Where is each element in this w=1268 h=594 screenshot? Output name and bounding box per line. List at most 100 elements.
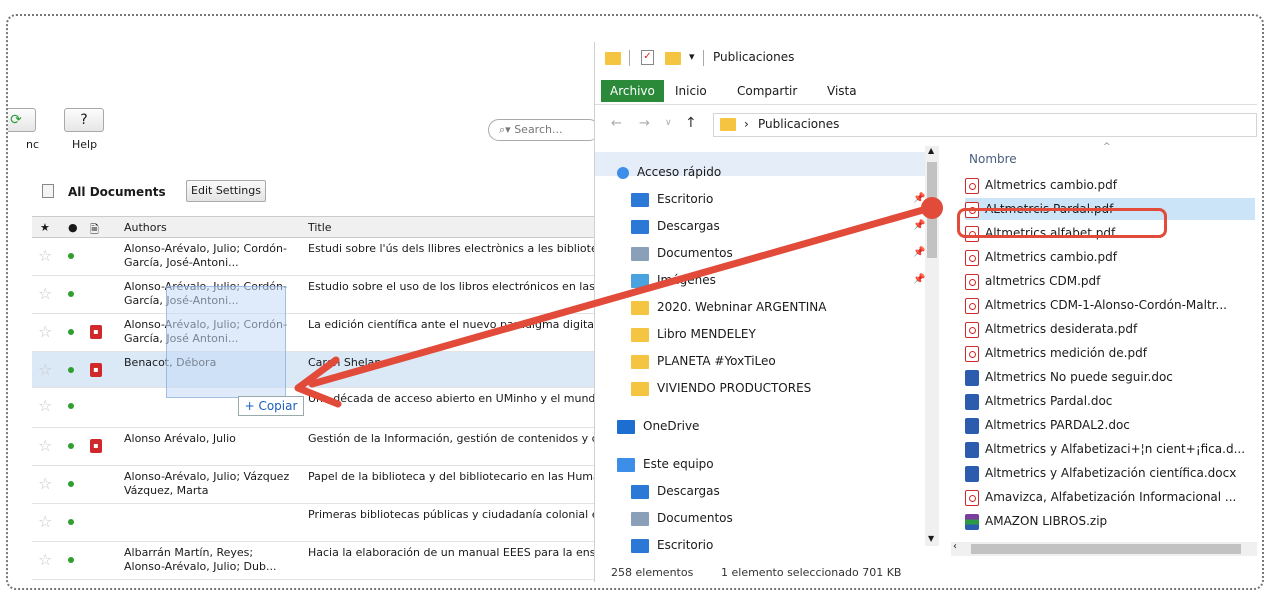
file-item[interactable]: Altmetrics medición de.pdf bbox=[965, 342, 1255, 364]
file-item[interactable]: Altmetrics PARDAL2.doc bbox=[965, 414, 1255, 436]
read-status-icon[interactable] bbox=[68, 291, 74, 297]
tab-vista[interactable]: Vista bbox=[827, 80, 857, 102]
recent-locations-icon[interactable]: ∨ bbox=[665, 118, 672, 128]
table-row[interactable]: ☆Alonso-Arévalo, Julio; Cordón-García, J… bbox=[32, 238, 608, 276]
pin-icon[interactable]: 📌 bbox=[913, 193, 925, 204]
table-row[interactable]: ☆ Una década de acceso abierto en UMinho … bbox=[32, 388, 608, 428]
favorite-star-icon[interactable]: ☆ bbox=[38, 248, 52, 264]
sidebar-item[interactable]: Este equipo bbox=[617, 452, 714, 476]
edit-settings-button[interactable]: Edit Settings bbox=[186, 180, 266, 202]
read-status-icon[interactable] bbox=[68, 329, 74, 335]
properties-icon[interactable]: ✓ bbox=[641, 50, 654, 65]
favorite-star-icon[interactable]: ☆ bbox=[38, 324, 52, 340]
favorite-star-icon[interactable]: ☆ bbox=[38, 362, 52, 378]
sidebar-item[interactable]: Imágenes bbox=[631, 268, 716, 292]
favorite-star-icon[interactable]: ☆ bbox=[38, 438, 52, 454]
table-row[interactable]: ☆ ▪ Alonso Arévalo, Julio Gestión de la Inf… bbox=[32, 428, 608, 466]
pdf-icon[interactable]: ▪ bbox=[90, 363, 102, 377]
name-column-header[interactable]: Nombre bbox=[969, 152, 1017, 166]
star-column-icon[interactable]: ★ bbox=[40, 221, 50, 234]
pin-icon[interactable]: 📌 bbox=[913, 274, 925, 285]
pin-icon[interactable]: 📌 bbox=[913, 220, 925, 231]
pin-icon[interactable]: 📌 bbox=[913, 247, 925, 258]
search-input[interactable]: ⌕▾ Search... bbox=[488, 119, 600, 141]
quick-access-dropdown-icon[interactable]: ▾ bbox=[689, 50, 695, 63]
file-item[interactable]: Amavizca, Alfabetización Informacional .… bbox=[965, 486, 1255, 508]
sidebar-item[interactable]: Documentos bbox=[631, 506, 733, 530]
read-status-icon[interactable] bbox=[68, 519, 74, 525]
table-row[interactable]: ☆▪Alonso-Arévalo, Julio; Cordón-García, … bbox=[32, 314, 606, 352]
breadcrumb[interactable]: Publicaciones bbox=[758, 117, 839, 131]
address-bar[interactable]: › Publicaciones bbox=[713, 113, 1257, 137]
file-item[interactable]: Altmetrics No puede seguir.doc bbox=[965, 366, 1255, 388]
file-name: AMAZON LIBROS.zip bbox=[985, 514, 1108, 528]
navigation-scrollbar[interactable]: ▲ ▼ bbox=[925, 146, 939, 546]
sidebar-item[interactable]: Descargas bbox=[631, 479, 720, 503]
forward-icon[interactable]: → bbox=[639, 116, 650, 131]
file-item[interactable]: Altmetrics y Alfabetizaci+¦n cient+¡fica… bbox=[965, 438, 1255, 460]
sidebar-item-label: OneDrive bbox=[643, 419, 700, 433]
up-icon[interactable]: ↑ bbox=[685, 115, 697, 131]
file-item[interactable]: AMAZON LIBROS.zip bbox=[965, 510, 1255, 532]
read-status-icon[interactable] bbox=[68, 557, 74, 563]
pdf-icon[interactable]: ▪ bbox=[90, 439, 102, 453]
doc-file-icon bbox=[965, 465, 979, 482]
sidebar-item[interactable]: 2020. Webninar ARGENTINA bbox=[631, 295, 826, 319]
scroll-left-icon[interactable]: ‹ bbox=[953, 541, 957, 552]
file-list-scrollbar[interactable]: ‹ bbox=[951, 541, 1257, 556]
sidebar-item[interactable]: Escritorio bbox=[631, 187, 713, 211]
folder-icon bbox=[631, 300, 649, 315]
tab-compartir[interactable]: Compartir bbox=[737, 80, 797, 102]
table-row[interactable]: ☆ Alonso-Arévalo, Julio; Vázquez Vázquez,… bbox=[32, 466, 608, 504]
new-folder-icon[interactable] bbox=[665, 52, 681, 65]
read-status-icon[interactable] bbox=[68, 403, 74, 409]
row-title: Estudi sobre l'ús dels llibres electròni… bbox=[308, 242, 608, 255]
read-status-icon[interactable] bbox=[68, 367, 74, 373]
tab-inicio[interactable]: Inicio bbox=[675, 80, 707, 102]
file-item[interactable]: Altmetrics desiderata.pdf bbox=[965, 318, 1255, 340]
favorite-star-icon[interactable]: ☆ bbox=[38, 398, 52, 414]
read-status-icon[interactable] bbox=[68, 443, 74, 449]
table-row[interactable]: ☆▪Benacot, DéboraCaron Shelan bbox=[32, 352, 606, 388]
sidebar-item[interactable]: Escritorio bbox=[631, 533, 713, 557]
sidebar-item[interactable]: Libro MENDELEY bbox=[631, 322, 756, 346]
file-name: Altmetrics cambio.pdf bbox=[985, 178, 1117, 192]
table-row[interactable]: ☆ Albarrán Martín, Reyes; Alonso-Arévalo,… bbox=[32, 542, 608, 580]
file-item[interactable]: Altmetrics cambio.pdf bbox=[965, 246, 1255, 268]
file-item[interactable]: Altmetrics y Alfabetización científica.d… bbox=[965, 462, 1255, 484]
scroll-up-icon[interactable]: ▲ bbox=[928, 146, 934, 155]
authors-column[interactable]: Authors bbox=[124, 221, 167, 234]
pdf-icon[interactable]: ▪ bbox=[90, 325, 102, 339]
row-authors: Alonso Arévalo, Julio bbox=[124, 432, 236, 445]
tab-archivo[interactable]: Archivo bbox=[601, 80, 664, 102]
favorite-star-icon[interactable]: ☆ bbox=[38, 286, 52, 302]
title-column[interactable]: Title bbox=[308, 221, 332, 234]
file-item[interactable]: Altmetrics CDM-1-Alonso-Cordón-Maltr... bbox=[965, 294, 1255, 316]
sidebar-item[interactable]: Documentos bbox=[631, 241, 733, 265]
file-item[interactable]: Altmetrics Pardal.doc bbox=[965, 390, 1255, 412]
scrollbar-thumb[interactable] bbox=[927, 162, 937, 258]
sidebar-item[interactable]: Descargas bbox=[631, 214, 720, 238]
back-icon[interactable]: ← bbox=[611, 116, 622, 131]
doc-file-icon bbox=[965, 369, 979, 386]
document-icon bbox=[631, 511, 649, 526]
sidebar-item[interactable]: VIVIENDO PRODUCTORES bbox=[631, 376, 811, 400]
read-status-icon[interactable] bbox=[68, 481, 74, 487]
sync-button[interactable]: ⟳ bbox=[8, 108, 36, 132]
read-status-icon[interactable] bbox=[68, 253, 74, 259]
file-item[interactable]: Altmetrics cambio.pdf bbox=[965, 174, 1255, 196]
scrollbar-thumb[interactable] bbox=[971, 544, 1241, 554]
table-row[interactable]: ☆ Primeras bibliotecas públicas y ciudada… bbox=[32, 504, 608, 542]
sidebar-item[interactable]: PLANETA #YoxTiLeo bbox=[631, 349, 776, 373]
scroll-down-icon[interactable]: ▼ bbox=[928, 534, 934, 543]
pdf-file-icon bbox=[965, 273, 979, 290]
read-column-icon[interactable]: ● bbox=[68, 221, 78, 234]
table-row[interactable]: ☆Alonso-Arévalo, Julio; Cordón-García, J… bbox=[32, 276, 608, 314]
favorite-star-icon[interactable]: ☆ bbox=[38, 552, 52, 568]
sidebar-item[interactable]: Acceso rápido bbox=[617, 160, 721, 184]
sidebar-item[interactable]: OneDrive bbox=[617, 414, 699, 438]
help-button[interactable]: ? bbox=[64, 108, 104, 132]
favorite-star-icon[interactable]: ☆ bbox=[38, 514, 52, 530]
file-item[interactable]: altmetrics CDM.pdf bbox=[965, 270, 1255, 292]
favorite-star-icon[interactable]: ☆ bbox=[38, 476, 52, 492]
